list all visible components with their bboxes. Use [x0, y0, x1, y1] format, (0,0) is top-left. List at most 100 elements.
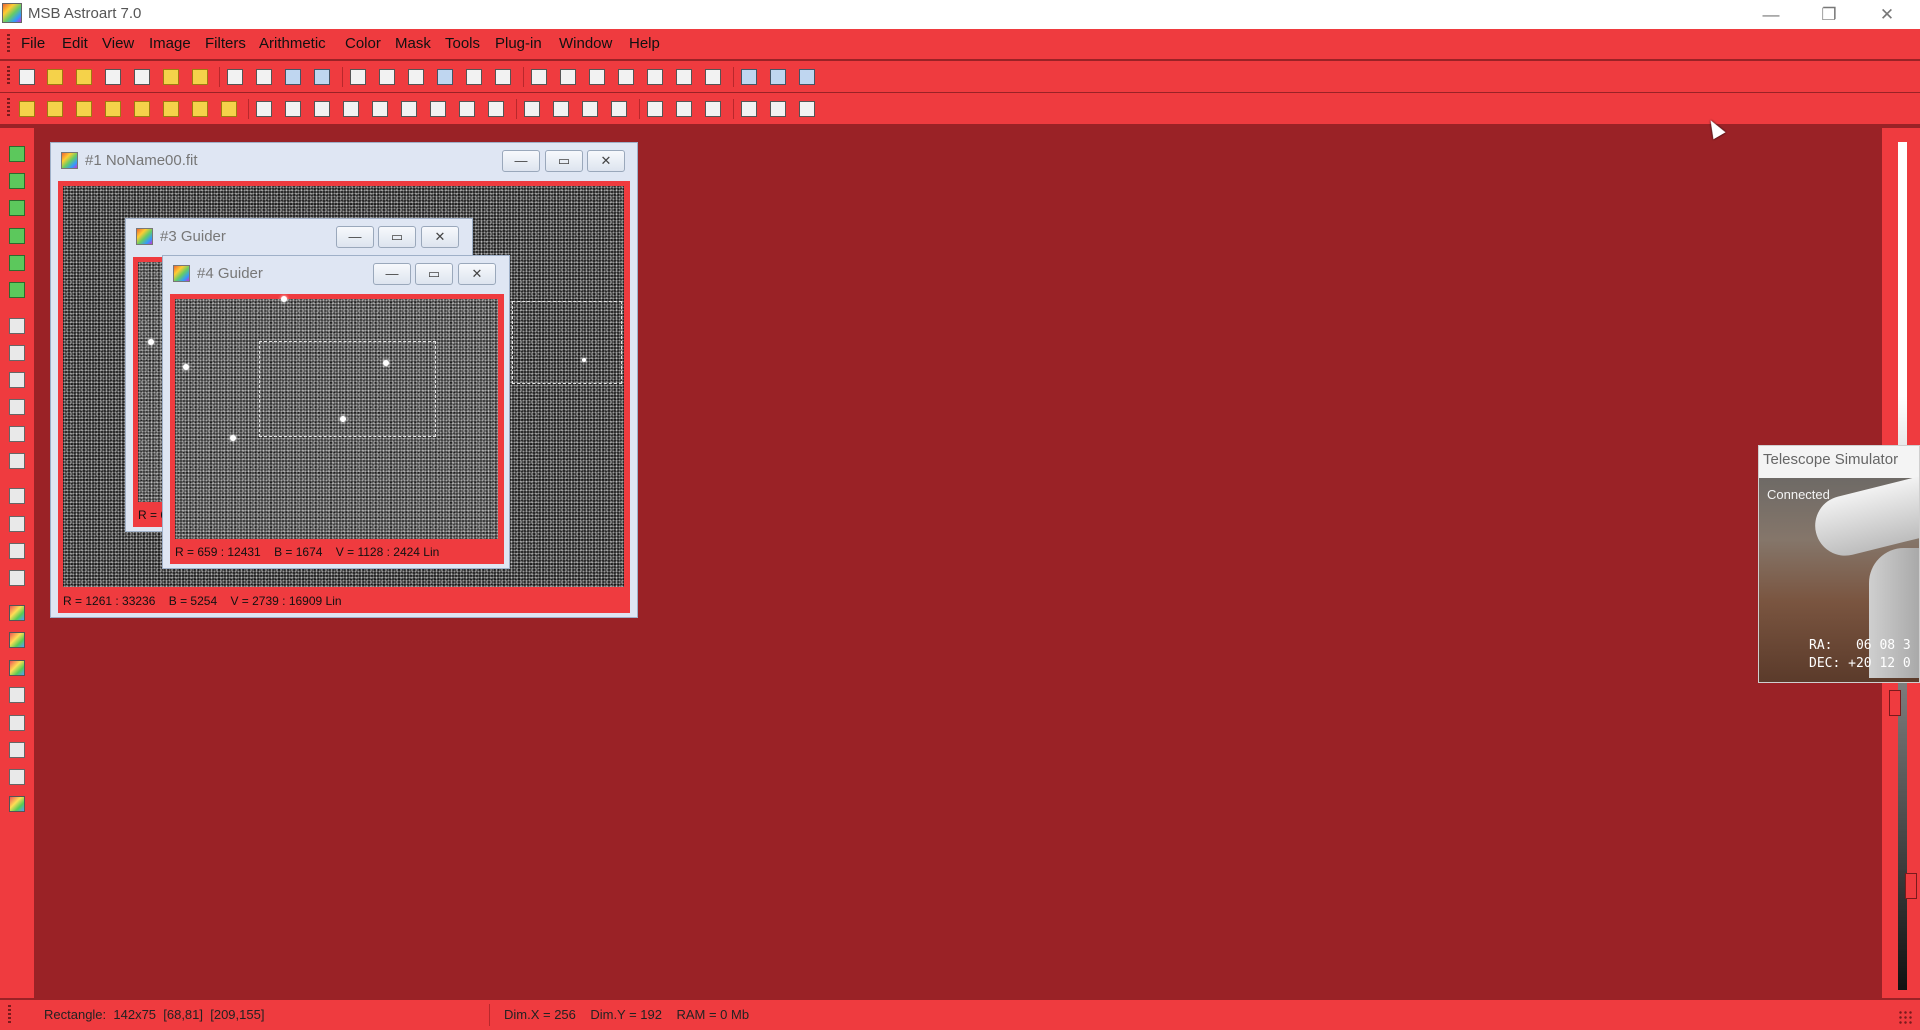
histogram-bars-icon[interactable] — [430, 101, 446, 117]
curves-icon[interactable] — [408, 69, 424, 85]
window-titlebar[interactable]: #3 Guider — ▭ ✕ — [126, 219, 472, 252]
selection-rectangle[interactable] — [259, 341, 436, 437]
open-folder-icon[interactable] — [76, 69, 92, 85]
magnify-2-icon[interactable] — [9, 345, 25, 361]
function-icon[interactable] — [221, 101, 237, 117]
wand-icon[interactable] — [9, 372, 25, 388]
image-4-icon[interactable] — [9, 796, 25, 812]
window-titlebar[interactable]: #1 NoName00.fit — ▭ ✕ — [51, 143, 637, 176]
info-icon[interactable] — [466, 69, 482, 85]
resize-grip[interactable] — [1898, 1010, 1912, 1024]
color-1-icon[interactable] — [9, 605, 25, 621]
close-button[interactable]: ✕ — [458, 263, 496, 285]
brush-icon[interactable] — [9, 399, 25, 415]
menu-mask[interactable]: Mask — [395, 35, 431, 52]
divide-icon[interactable] — [105, 101, 121, 117]
rotate-icon[interactable] — [227, 69, 243, 85]
add-icon[interactable] — [19, 101, 35, 117]
magnify-1-icon[interactable] — [9, 318, 25, 334]
clear-icon[interactable] — [192, 101, 208, 117]
camera-3-icon[interactable] — [9, 255, 25, 271]
grid-2-icon[interactable] — [9, 453, 25, 469]
filter-dd-icon[interactable] — [343, 101, 359, 117]
selection-rectangle[interactable] — [512, 301, 622, 384]
close-button[interactable]: ✕ — [587, 150, 625, 172]
print-icon[interactable] — [676, 69, 692, 85]
selection-icon[interactable] — [9, 516, 25, 532]
sum-icon[interactable] — [495, 69, 511, 85]
slider-1-icon[interactable] — [531, 69, 547, 85]
restore-button[interactable]: ❐ — [1800, 0, 1858, 29]
histogram-icon[interactable] — [379, 69, 395, 85]
stars-2-icon[interactable] — [9, 570, 25, 586]
frame-1-icon[interactable] — [741, 101, 757, 117]
image-1-icon[interactable] — [9, 715, 25, 731]
align-icon[interactable] — [741, 69, 757, 85]
filter-hk-icon[interactable] — [256, 101, 272, 117]
paste-image-icon[interactable] — [314, 69, 330, 85]
menu-tools[interactable]: Tools — [445, 35, 480, 52]
high-level-slider[interactable] — [1905, 873, 1917, 899]
layers-icon[interactable] — [647, 101, 663, 117]
mosaic-icon[interactable] — [705, 101, 721, 117]
close-button[interactable]: ✕ — [1858, 0, 1916, 29]
slider-2-icon[interactable] — [560, 69, 576, 85]
menu-view[interactable]: View — [102, 35, 134, 52]
zoom-in-icon[interactable] — [589, 69, 605, 85]
filter-uf-icon[interactable] — [285, 101, 301, 117]
save-as-icon[interactable] — [134, 69, 150, 85]
menu-file[interactable]: File — [21, 35, 45, 52]
statusbar-grip[interactable] — [8, 1005, 11, 1025]
minimize-button[interactable]: — — [502, 150, 540, 172]
minimize-button[interactable]: — — [373, 263, 411, 285]
crosshair-icon[interactable] — [770, 69, 786, 85]
print-preview-icon[interactable] — [705, 69, 721, 85]
flip-icon[interactable] — [611, 101, 627, 117]
maximize-button[interactable]: ▭ — [378, 226, 416, 248]
menu-plugin[interactable]: Plug-in — [495, 35, 542, 52]
add-constant-icon[interactable] — [163, 101, 179, 117]
image-3-icon[interactable] — [9, 769, 25, 785]
blob-icon[interactable] — [459, 101, 475, 117]
image-window-guider4[interactable]: #4 Guider — ▭ ✕ R = 659 : 12431 B = 1674… — [162, 255, 510, 569]
overlay-icon[interactable] — [676, 101, 692, 117]
print-icon[interactable] — [9, 687, 25, 703]
equals-icon[interactable] — [76, 101, 92, 117]
minus-icon[interactable] — [47, 101, 63, 117]
minimize-button[interactable]: — — [1742, 0, 1800, 29]
menu-color[interactable]: Color — [345, 35, 381, 52]
browse-icon[interactable] — [192, 69, 208, 85]
camera-1-icon[interactable] — [9, 200, 25, 216]
fit-view-icon[interactable] — [350, 69, 366, 85]
list-icon[interactable] — [9, 488, 25, 504]
image-2-icon[interactable] — [9, 742, 25, 758]
frame-3-icon[interactable] — [799, 101, 815, 117]
grid-1-icon[interactable] — [9, 426, 25, 442]
process-icon[interactable] — [256, 69, 272, 85]
zoom-out-icon[interactable] — [618, 69, 634, 85]
menu-window[interactable]: Window — [559, 35, 612, 52]
select-icon[interactable] — [9, 146, 25, 162]
copy-image-icon[interactable] — [285, 69, 301, 85]
save-all-icon[interactable] — [163, 69, 179, 85]
menu-edit[interactable]: Edit — [62, 35, 88, 52]
camera-4-icon[interactable] — [9, 282, 25, 298]
palette-icon[interactable] — [9, 660, 25, 676]
save-icon[interactable] — [105, 69, 121, 85]
toolbar-main-grip[interactable] — [7, 66, 10, 86]
menu-arithmetic[interactable]: Arithmetic — [259, 35, 326, 52]
play-icon[interactable] — [9, 173, 25, 189]
filter-de-icon[interactable] — [372, 101, 388, 117]
rotate-frame-icon[interactable] — [582, 101, 598, 117]
menubar-grip[interactable] — [7, 34, 10, 54]
menu-help[interactable]: Help — [629, 35, 660, 52]
wavelet-icon[interactable] — [488, 101, 504, 117]
multiply-icon[interactable] — [134, 101, 150, 117]
frame-2-icon[interactable] — [770, 101, 786, 117]
help-icon[interactable] — [799, 69, 815, 85]
color-2-icon[interactable] — [9, 632, 25, 648]
monitor-icon[interactable] — [647, 69, 663, 85]
maximize-button[interactable]: ▭ — [545, 150, 583, 172]
toolbar-arithmetic-grip[interactable] — [7, 98, 10, 118]
filter-me-icon[interactable] — [401, 101, 417, 117]
